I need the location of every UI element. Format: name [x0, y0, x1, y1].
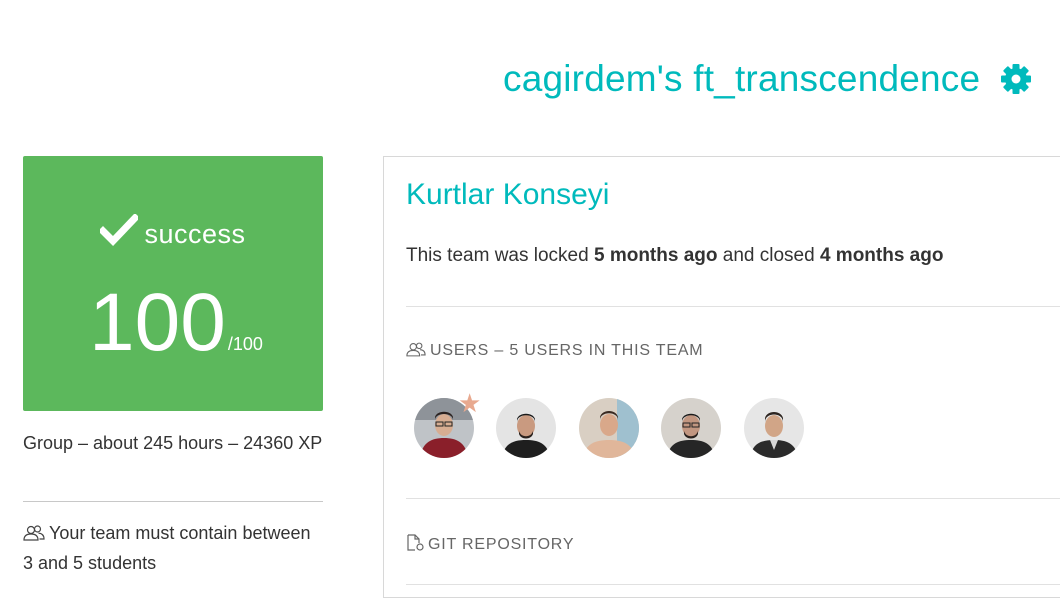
status-label: success [144, 219, 246, 249]
user-avatar[interactable] [744, 398, 804, 458]
divider [406, 306, 1060, 307]
team-name[interactable]: Kurtlar Konseyi [406, 178, 609, 212]
score-card: success 100/100 [23, 156, 323, 411]
users-heading-text: Users – 5 users in this team [430, 342, 704, 359]
user-avatar[interactable] [496, 398, 556, 458]
team-status-middle: and closed [717, 245, 820, 266]
team-size-info: Your team must contain between 3 and 5 s… [23, 518, 323, 578]
users-icon [23, 525, 45, 541]
status-row: success [23, 213, 323, 250]
users-icon [406, 342, 426, 357]
star-icon: ★ [458, 388, 482, 418]
git-heading-text: Git repository [428, 536, 575, 553]
team-size-text: Your team must contain between 3 and 5 s… [23, 523, 311, 573]
team-status-prefix: This team was locked [406, 245, 594, 266]
divider [406, 584, 1060, 585]
gear-icon[interactable] [999, 62, 1033, 96]
divider [23, 501, 323, 502]
closed-ago: 4 months ago [819, 245, 944, 266]
locked-ago: 5 months ago [593, 245, 718, 266]
divider [406, 498, 1060, 499]
group-info: Group – about 245 hours – 24360 XP [23, 433, 323, 453]
score-max: /100 [227, 334, 263, 354]
file-icon [407, 534, 424, 551]
score-value: 100 [89, 277, 226, 368]
project-title: cagirdem's ft_transcendence [503, 58, 981, 99]
git-section-heading: Git repository [406, 534, 574, 554]
score-value-row: 100/100 [89, 278, 263, 368]
user-avatar[interactable] [661, 398, 721, 458]
user-avatar[interactable] [579, 398, 639, 458]
checkmark-icon [98, 213, 141, 247]
users-section-heading: Users – 5 users in this team [406, 342, 703, 360]
team-status: This team was locked 5 months ago and cl… [406, 245, 943, 267]
team-panel [383, 156, 1060, 598]
